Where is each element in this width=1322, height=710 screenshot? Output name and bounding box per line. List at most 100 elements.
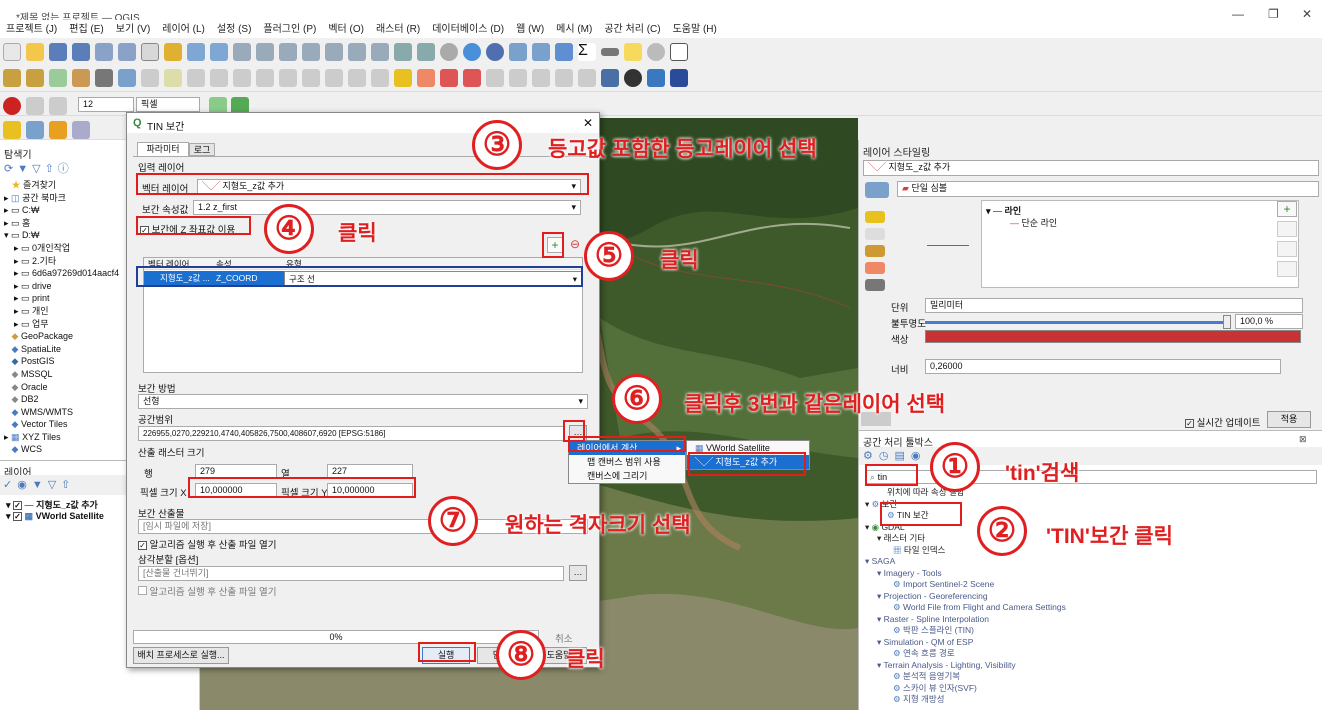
browser-item-folder[interactable]: ▸ ▭ 6d6a97269d014aacf4 (4, 267, 119, 280)
layer-item-satellite[interactable]: ▾ ✓ ▦ VWorld Satellite (6, 511, 104, 522)
symbol-layer-buttons[interactable]: + (1277, 201, 1297, 287)
show-label-icon[interactable] (463, 69, 481, 87)
style-layer-select[interactable]: ╲╱ 지형도_z값 추가 (863, 160, 1319, 176)
zoom-in-icon[interactable] (187, 43, 205, 61)
vertex-tool-icon[interactable] (233, 69, 251, 87)
close-window-button[interactable]: ✕ (1302, 7, 1312, 21)
copy-icon[interactable] (302, 69, 320, 87)
text-annotation-icon[interactable] (670, 43, 688, 61)
add-vector-icon[interactable] (49, 69, 67, 87)
opacity-slider-handle[interactable] (1223, 315, 1231, 329)
save-as-icon[interactable] (72, 43, 90, 61)
toolbox-group[interactable]: ▾ Terrain Analysis - Lighting, Visibilit… (865, 660, 1066, 672)
opacity-input[interactable]: 100,0 % (1235, 314, 1303, 329)
toolbox-group[interactable]: ▾ Projection - Georeferencing (865, 591, 1066, 603)
browser-item-postgis[interactable]: ◆ PostGIS (4, 355, 119, 368)
toolbox-item[interactable]: ▦ 타일 인덱스 (865, 545, 1066, 557)
color-button[interactable] (925, 330, 1301, 343)
menu-draw-on-canvas[interactable]: 캔버스에 그리기 (569, 469, 685, 483)
toolbox-group[interactable]: ▾ Raster - Spline Interpolation (865, 614, 1066, 626)
browser-item-folder[interactable]: ▸ ▭ 개인 (4, 305, 119, 318)
delete-icon[interactable] (256, 69, 274, 87)
toolbox-item[interactable]: ⚙ World File from Flight and Camera Sett… (865, 602, 1066, 614)
menu-layer[interactable]: 레이어 (L) (162, 20, 205, 35)
snap-type-icon[interactable] (49, 97, 67, 115)
browser-item-wms[interactable]: ◆ WMS/WMTS (4, 406, 119, 419)
identify-icon[interactable] (486, 43, 504, 61)
new-geopackage-icon[interactable] (26, 69, 44, 87)
snap-tolerance-input[interactable]: 12 (78, 97, 134, 112)
style-side-icons[interactable] (865, 206, 885, 316)
temporal-icon[interactable] (440, 43, 458, 61)
edit-pencil-icon[interactable] (141, 69, 159, 87)
symbol-tree-simple-line[interactable]: — 단순 라인 (1010, 216, 1057, 229)
browser-item-home[interactable]: ▸ ▭ 홈 (4, 217, 119, 230)
open-output-checkbox[interactable]: ✓ 알고리즘 실행 후 산출 파일 열기 (138, 537, 276, 551)
select-location-icon[interactable] (72, 121, 90, 139)
browser-item-db2[interactable]: ◆ DB2 (4, 393, 119, 406)
symbol-tree[interactable]: ▾ — 라인 — 단순 라인 (981, 200, 1299, 288)
toolbox-item[interactable]: ⚙ 박판 스플라인 (TIN) (865, 625, 1066, 637)
measure-icon[interactable] (601, 48, 619, 56)
menu-help[interactable]: 도움말 (H) (673, 20, 717, 35)
zoom-rubberband-icon[interactable] (233, 43, 251, 61)
bookmark-icon[interactable] (394, 43, 412, 61)
remove-layer-button[interactable]: ⊖ (567, 237, 583, 253)
browser-item-c-drive[interactable]: ▸ ▭ C:₩ (4, 204, 119, 217)
menu-edit[interactable]: 편집 (E) (69, 20, 104, 35)
field-calculator-icon[interactable] (532, 43, 550, 61)
digitize-icon[interactable] (210, 69, 228, 87)
deselect-icon[interactable] (49, 121, 67, 139)
zoom-out-icon[interactable] (210, 43, 228, 61)
browser-item-folder[interactable]: ▸ ▭ 2.기타 (4, 255, 119, 268)
toolbox-item[interactable]: ⚙ Import Sentinel-2 Scene (865, 579, 1066, 591)
pan-icon[interactable] (141, 43, 159, 61)
label-tool-3-icon[interactable] (532, 69, 550, 87)
browser-item-folder[interactable]: ▸ ▭ print (4, 292, 119, 305)
menu-plugins[interactable]: 플러그인 (P) (263, 20, 316, 35)
tab-parameters[interactable]: 파라미터 (137, 142, 189, 156)
menu-vector[interactable]: 벡터 (O) (328, 20, 364, 35)
unit-select[interactable]: 밀리미터 (925, 298, 1303, 313)
open-tri-checkbox[interactable]: 알고리즘 실행 후 산출 파일 열기 (138, 584, 276, 598)
menu-settings[interactable]: 설정 (S) (217, 20, 252, 35)
browser-item-d-drive[interactable]: ▾ ▭ D:₩ (4, 229, 119, 242)
label-tool-5-icon[interactable] (578, 69, 596, 87)
snapping-magnet-icon[interactable] (3, 97, 21, 115)
add-mesh-icon[interactable] (95, 69, 113, 87)
refresh-icon[interactable] (463, 43, 481, 61)
zoom-native-icon[interactable] (325, 43, 343, 61)
browser-toolbar-icons[interactable]: ⟳▼▽⇧ⓘ (4, 160, 73, 176)
menu-raster[interactable]: 래스터 (R) (376, 20, 420, 35)
cut-icon[interactable] (279, 69, 297, 87)
toolbox-group[interactable]: ▾ 래스터 기타 (865, 533, 1066, 545)
zoom-next-icon[interactable] (371, 43, 389, 61)
undo-icon[interactable] (348, 69, 366, 87)
save-edits-icon[interactable] (187, 69, 205, 87)
diagram-icon[interactable] (417, 69, 435, 87)
dialog-close-icon[interactable]: ✕ (583, 116, 593, 130)
pin-label-icon[interactable] (440, 69, 458, 87)
method-select[interactable]: 선형 ▾ (138, 394, 588, 409)
tab-log[interactable]: 로그 (189, 143, 215, 156)
opacity-slider[interactable] (925, 321, 1225, 324)
renderer-select[interactable]: ▰ 단일 심볼 (897, 181, 1319, 197)
select-value-icon[interactable] (26, 121, 44, 139)
toolbox-item[interactable]: ⚙ 스카이 뷰 인자(SVF) (865, 683, 1066, 695)
layout-manager-icon[interactable] (118, 43, 136, 61)
grass-icon[interactable] (624, 69, 642, 87)
triangulation-input[interactable]: [산출물 건너뛰기] (138, 566, 564, 581)
db-manager-icon[interactable] (601, 69, 619, 87)
menu-mesh[interactable]: 메시 (M) (556, 20, 592, 35)
width-input[interactable]: 0,26000 (925, 359, 1281, 374)
data-source-manager-icon[interactable] (3, 69, 21, 87)
browser-item-wcs[interactable]: ◆ WCS (4, 443, 119, 456)
open-project-icon[interactable] (26, 43, 44, 61)
browser-item-vector-tiles[interactable]: ◆ Vector Tiles (4, 418, 119, 431)
toolbox-item[interactable]: ⚙ 연속 흐름 경로 (865, 648, 1066, 660)
layer-item-contour[interactable]: ▾ ✓ — 지형도_z값 추가 (6, 498, 98, 511)
browser-item-folder[interactable]: ▸ ▭ 0개인작업 (4, 242, 119, 255)
new-project-icon[interactable] (3, 43, 21, 61)
zoom-selection-icon[interactable] (279, 43, 297, 61)
live-update-checkbox[interactable]: ✓ 실시간 업데이트 (1185, 415, 1260, 429)
